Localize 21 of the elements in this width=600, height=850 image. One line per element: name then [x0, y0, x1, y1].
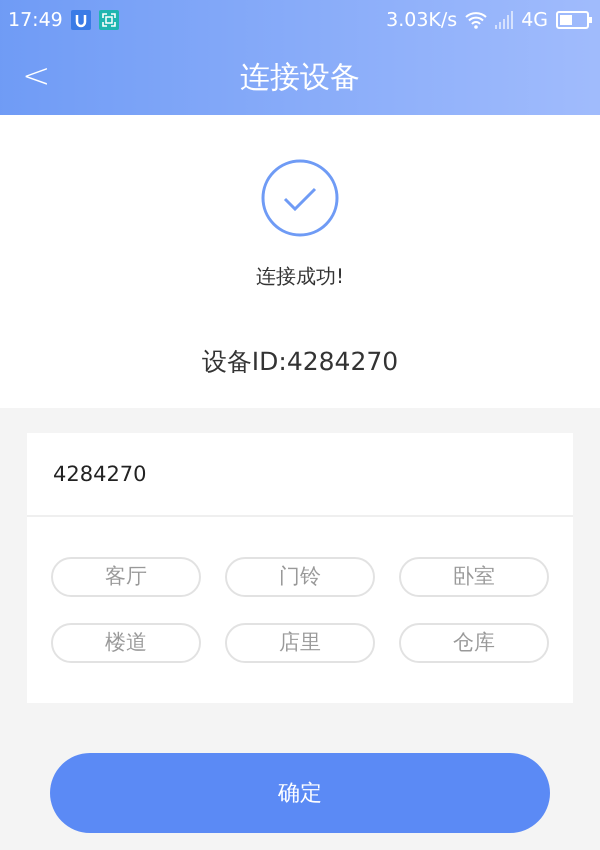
network-speed: 3.03K/s: [386, 8, 458, 33]
tag-chip[interactable]: 客厅: [51, 557, 201, 597]
back-button[interactable]: <: [22, 56, 50, 96]
confirm-button[interactable]: 确定: [50, 753, 550, 833]
device-id: 设备ID:4284270: [202, 346, 398, 378]
notification-icon: [70, 10, 91, 30]
tag-chip[interactable]: 仓库: [399, 623, 549, 663]
wifi-icon: [465, 11, 488, 29]
check-circle-icon: [261, 159, 339, 237]
tag-chip[interactable]: 店里: [225, 623, 375, 663]
page-title: 连接设备: [240, 59, 360, 97]
name-input-field[interactable]: 4284270: [27, 433, 573, 517]
tag-chip[interactable]: 卧室: [399, 557, 549, 597]
scan-icon: [98, 10, 119, 30]
tag-chip[interactable]: 门铃: [225, 557, 375, 597]
network-type: 4G: [521, 8, 548, 33]
success-message: 连接成功!: [256, 263, 344, 290]
battery-icon: [556, 11, 592, 29]
tag-chip[interactable]: 楼道: [51, 623, 201, 663]
status-time: 17:49: [8, 8, 63, 33]
signal-icon: [495, 11, 514, 29]
